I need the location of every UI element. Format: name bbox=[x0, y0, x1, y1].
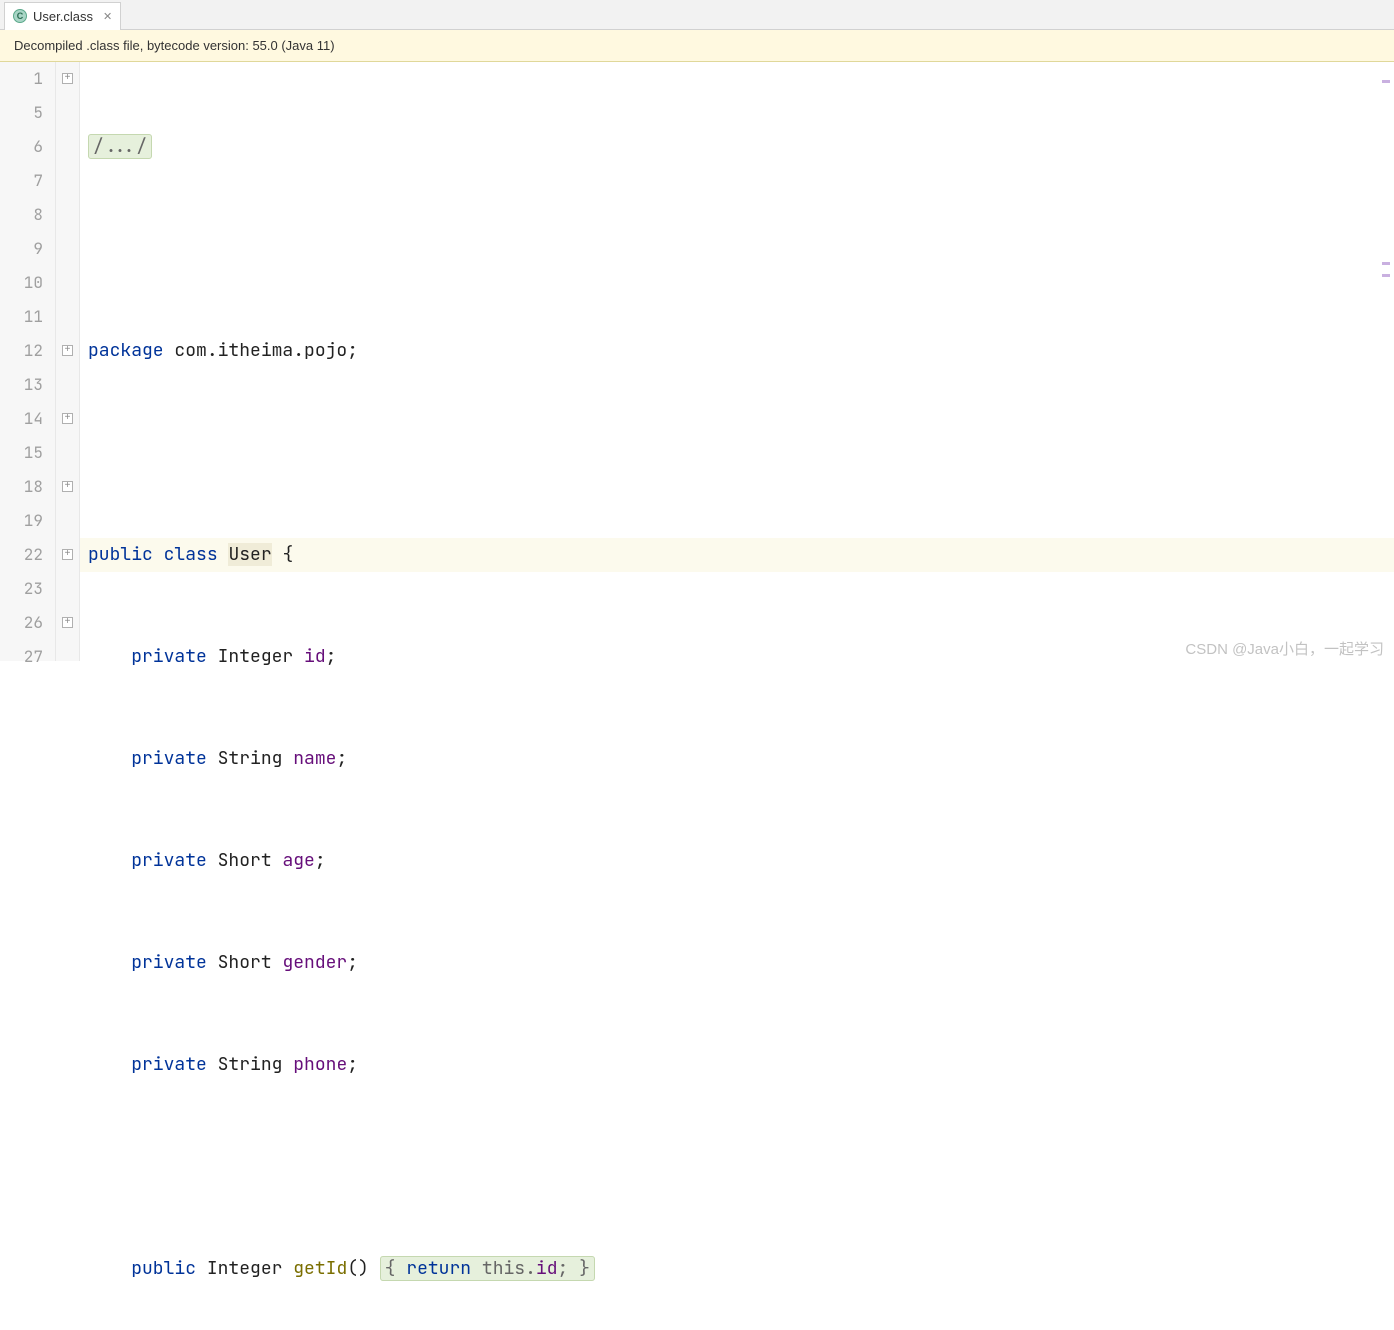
fold-toggle-icon[interactable]: + bbox=[62, 617, 73, 628]
fold-toggle-icon[interactable]: + bbox=[62, 73, 73, 84]
fold-toggle-icon[interactable]: + bbox=[62, 549, 73, 560]
error-stripe[interactable] bbox=[1382, 62, 1392, 661]
close-icon[interactable]: ✕ bbox=[103, 10, 112, 23]
decompile-notice: Decompiled .class file, bytecode version… bbox=[0, 30, 1394, 62]
fold-toggle-icon[interactable]: + bbox=[62, 413, 73, 424]
tab-user-class[interactable]: C User.class ✕ bbox=[4, 2, 121, 30]
folded-block[interactable]: /.../ bbox=[88, 134, 152, 159]
fold-toggle-icon[interactable]: + bbox=[62, 345, 73, 356]
class-file-icon: C bbox=[13, 9, 27, 23]
tab-filename: User.class bbox=[33, 9, 93, 24]
fold-column: + + + + + + bbox=[56, 62, 80, 661]
code-editor[interactable]: 1 5 6 7 8 9 10 11 12 13 14 15 18 19 22 2… bbox=[0, 62, 1394, 661]
line-gutter: 1 5 6 7 8 9 10 11 12 13 14 15 18 19 22 2… bbox=[0, 62, 56, 661]
tab-bar: C User.class ✕ bbox=[0, 0, 1394, 30]
code-area[interactable]: /.../ package com.itheima.pojo; public c… bbox=[80, 62, 1394, 661]
fold-toggle-icon[interactable]: + bbox=[62, 481, 73, 492]
folded-method-body[interactable]: { return this.id; } bbox=[380, 1256, 595, 1281]
